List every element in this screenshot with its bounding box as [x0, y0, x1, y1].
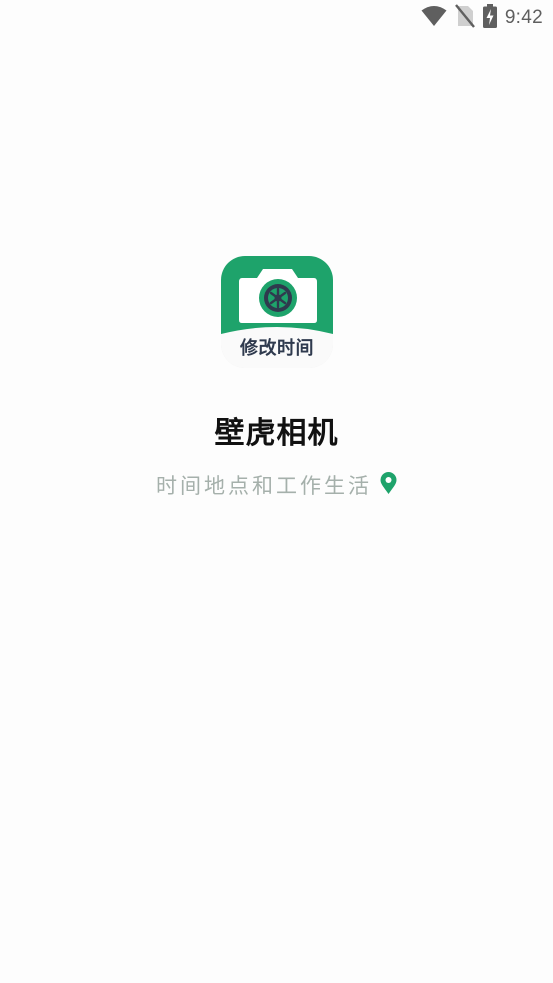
no-sim-icon	[454, 4, 475, 32]
status-icons: 9:42	[421, 4, 543, 32]
status-time: 9:42	[504, 7, 543, 28]
slogan-row: 时间地点和工作生活	[0, 470, 553, 500]
app-icon-label: 修改时间	[240, 338, 314, 359]
battery-charging-icon	[482, 4, 497, 32]
wifi-icon	[421, 5, 447, 31]
app-name: 壁虎相机	[214, 416, 339, 451]
status-bar: 9:42	[0, 0, 553, 36]
app-icon: 修改时间	[221, 256, 333, 368]
slogan-text: 时间地点和工作生活	[156, 474, 372, 498]
location-pin-icon	[380, 471, 397, 499]
